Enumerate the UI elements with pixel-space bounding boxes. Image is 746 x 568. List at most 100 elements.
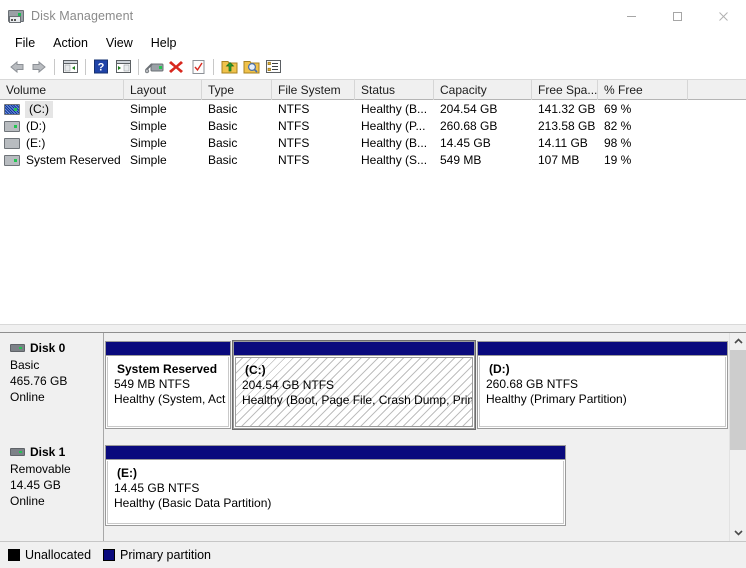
scroll-up-button[interactable] — [730, 333, 746, 350]
pane-splitter[interactable] — [0, 324, 746, 333]
partition-c[interactable]: (C:) 204.54 GB NTFS Healthy (Boot, Page … — [232, 340, 476, 430]
column-header-volume[interactable]: Volume — [0, 80, 124, 100]
partition-size-fs: 14.45 GB NTFS — [114, 481, 200, 495]
scroll-down-button[interactable] — [730, 524, 746, 541]
disk-row-disk-0[interactable]: Disk 0 Basic 465.76 GB Online System Res… — [0, 333, 729, 437]
properties-icon[interactable] — [143, 56, 165, 78]
partition-status: Healthy (Boot, Page File, Crash Dump, Pr… — [242, 393, 473, 407]
scrollbar-thumb[interactable] — [730, 350, 746, 450]
legend-label-unallocated: Unallocated — [25, 548, 92, 562]
table-row[interactable]: System Reserved Simple Basic NTFS Health… — [0, 152, 746, 169]
cell-status: Healthy (B... — [361, 102, 428, 116]
partition-details: (C:) 204.54 GB NTFS Healthy (Boot, Page … — [235, 357, 473, 427]
column-header-capacity[interactable]: Capacity — [434, 80, 532, 100]
column-header-file-system[interactable]: File System — [272, 80, 355, 100]
column-header-percent-free[interactable]: % Free — [598, 80, 688, 100]
cell-layout: Simple — [130, 153, 167, 167]
disk-row-disk-1[interactable]: Disk 1 Removable 14.45 GB Online (E:) 14… — [0, 437, 729, 541]
partition-size-fs: 549 MB NTFS — [114, 377, 191, 391]
legend-label-primary-partition: Primary partition — [120, 548, 212, 562]
cell-layout: Simple — [130, 119, 167, 133]
cell-volume[interactable]: (C:) — [0, 101, 124, 118]
cell-volume[interactable]: (E:) — [0, 135, 124, 152]
maximize-icon[interactable] — [654, 0, 700, 32]
forward-icon[interactable] — [28, 56, 50, 78]
table-row[interactable]: (D:) Simple Basic NTFS Healthy (P... 260… — [0, 118, 746, 135]
disk-info-disk-0[interactable]: Disk 0 Basic 465.76 GB Online — [0, 333, 104, 437]
partition-status: Healthy (Basic Data Partition) — [114, 496, 272, 510]
drive-icon — [4, 155, 20, 166]
column-header-free-space[interactable]: Free Spa... — [532, 80, 598, 100]
drive-icon-selected — [4, 104, 20, 115]
toolbar-separator — [213, 58, 214, 75]
partition-e[interactable]: (E:) 14.45 GB NTFS Healthy (Basic Data P… — [105, 445, 566, 526]
partition-name: (D:) — [489, 362, 510, 376]
cell-type: Basic — [208, 153, 238, 167]
disk-partitions-disk-0: System Reserved 549 MB NTFS Healthy (Sys… — [104, 333, 729, 437]
back-icon[interactable] — [6, 56, 28, 78]
export-list-icon[interactable] — [218, 56, 240, 78]
column-header-status[interactable]: Status — [355, 80, 434, 100]
disk-name: Disk 0 — [30, 341, 66, 355]
cell-type: Basic — [208, 136, 238, 150]
cell-type: Basic — [208, 102, 238, 116]
menu-item-view[interactable]: View — [97, 34, 142, 52]
menu-item-action[interactable]: Action — [44, 34, 97, 52]
minimize-icon[interactable] — [608, 0, 654, 32]
cell-free-space: 107 MB — [538, 153, 580, 167]
cell-capacity: 204.54 GB — [440, 102, 498, 116]
disk-size: 14.45 GB — [10, 478, 61, 492]
partition-size-fs: 260.68 GB NTFS — [486, 377, 579, 391]
disk-type: Basic — [10, 358, 40, 372]
cell-status: Healthy (S... — [361, 153, 428, 167]
removable-drive-icon — [4, 138, 20, 149]
cell-percent-free: 98 % — [604, 136, 632, 150]
delete-icon[interactable] — [165, 56, 187, 78]
drive-icon — [4, 121, 20, 132]
help-icon[interactable]: ? — [90, 56, 112, 78]
show-hide-console-tree-icon[interactable] — [59, 56, 81, 78]
toolbar-separator — [85, 58, 86, 75]
cell-volume[interactable]: System Reserved — [0, 152, 124, 169]
toolbar-separator — [54, 58, 55, 75]
cell-capacity: 14.45 GB — [440, 136, 491, 150]
column-header-layout[interactable]: Layout — [124, 80, 202, 100]
table-row[interactable]: (E:) Simple Basic NTFS Healthy (B... 14.… — [0, 135, 746, 152]
partition-status: Healthy (System, Act — [114, 392, 226, 406]
legend-swatch-unallocated — [8, 549, 20, 561]
column-header-type[interactable]: Type — [202, 80, 272, 100]
search-icon[interactable] — [240, 56, 262, 78]
disk-title: Disk 0 — [10, 341, 103, 355]
menu-item-help[interactable]: Help — [142, 34, 186, 52]
cell-layout: Simple — [130, 102, 167, 116]
partition-system-reserved[interactable]: System Reserved 549 MB NTFS Healthy (Sys… — [105, 341, 231, 429]
disk-type: Removable — [10, 462, 71, 476]
legend-item-unallocated: Unallocated — [8, 548, 91, 562]
vertical-scrollbar[interactable] — [729, 333, 746, 541]
window-title: Disk Management — [31, 9, 134, 23]
partition-name: (C:) — [245, 363, 266, 377]
partition-color-bar — [106, 446, 565, 460]
column-header-filler — [688, 80, 746, 100]
cell-status: Healthy (P... — [361, 119, 426, 133]
cell-free-space: 14.11 GB — [538, 136, 588, 150]
cell-volume[interactable]: (D:) — [0, 118, 124, 135]
disk-state: Online — [10, 390, 45, 404]
disk-info-disk-1[interactable]: Disk 1 Removable 14.45 GB Online — [0, 437, 104, 541]
graphical-view-pane: Disk 0 Basic 465.76 GB Online System Res… — [0, 333, 729, 541]
cell-status: Healthy (B... — [361, 136, 428, 150]
disk-icon — [10, 344, 25, 352]
close-icon[interactable] — [700, 0, 746, 32]
partition-d[interactable]: (D:) 260.68 GB NTFS Healthy (Primary Par… — [477, 341, 728, 429]
disk-size: 465.76 GB — [10, 374, 68, 388]
menu-item-file[interactable]: File — [6, 34, 44, 52]
disk-name: Disk 1 — [30, 445, 66, 459]
cell-file-system: NTFS — [278, 153, 310, 167]
title-bar: Disk Management — [0, 0, 746, 32]
show-hide-action-pane-icon[interactable] — [112, 56, 134, 78]
volume-list-pane: Volume Layout Type File System Status Ca… — [0, 79, 746, 328]
rescan-disks-icon[interactable] — [187, 56, 209, 78]
table-row[interactable]: (C:) Simple Basic NTFS Healthy (B... 204… — [0, 101, 746, 118]
volume-name: (C:) — [25, 101, 53, 118]
view-options-icon[interactable] — [262, 56, 284, 78]
